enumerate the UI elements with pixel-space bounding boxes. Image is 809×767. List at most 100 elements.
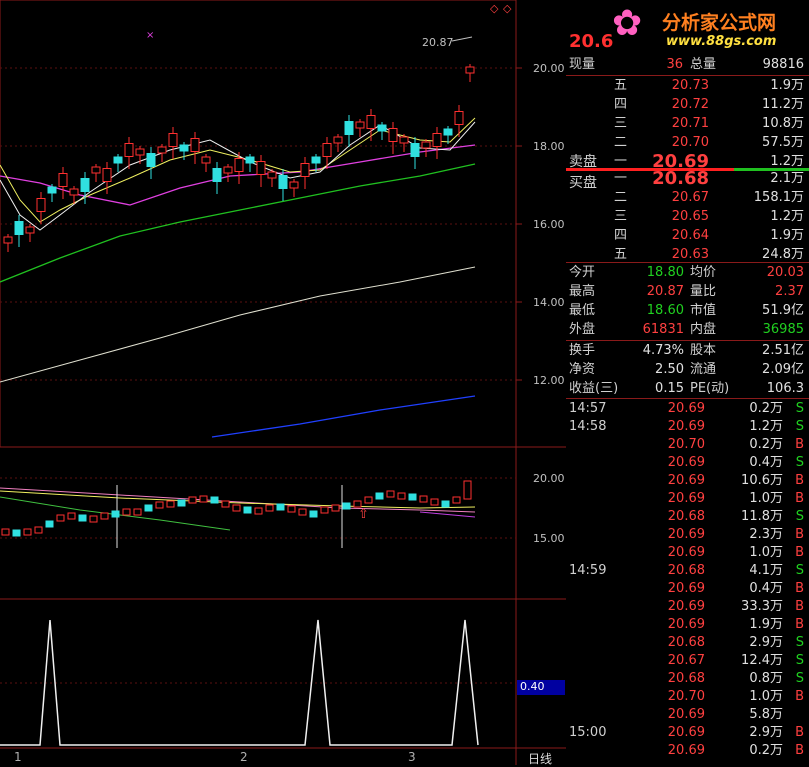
bid-row: 三 20.65 1.2万 — [566, 208, 809, 226]
candle-body — [388, 128, 398, 142]
tick-volume: 4.1万 — [749, 563, 783, 578]
candlestick-series — [3, 64, 475, 252]
stat-row: 最高 20.87 量比 2.37 — [566, 283, 809, 301]
candle-body — [399, 136, 409, 144]
stat-label: 量比 — [690, 284, 717, 299]
candle-body — [421, 141, 431, 149]
sub-candle-body — [155, 501, 164, 509]
tick-price: 20.69 — [667, 617, 705, 632]
stat-value: 18.80 — [646, 265, 684, 280]
tick-row: 15:00 20.69 2.9万 B — [566, 724, 809, 742]
tick-row: 20.69 10.6万 B — [566, 472, 809, 490]
diamond-marker-icon[interactable]: ◇ — [503, 2, 512, 15]
ma-white-long-line — [0, 266, 476, 383]
tick-side: S — [795, 635, 804, 650]
current-price: 20.6 — [569, 31, 614, 52]
fund-value: 106.3 — [766, 381, 804, 396]
volume: 2.1万 — [770, 171, 804, 186]
price: 20.68 — [652, 168, 709, 189]
tick-time: 14:57 — [569, 401, 607, 416]
sub-candle-body — [276, 503, 285, 511]
sub-candle-body — [45, 520, 54, 528]
price: 20.67 — [671, 190, 709, 205]
candle-body — [179, 144, 189, 152]
volume: 11.2万 — [762, 97, 804, 112]
stat-label: 今开 — [569, 265, 596, 280]
tick-price: 20.69 — [667, 545, 705, 560]
volume: 10.8万 — [762, 116, 804, 131]
stat-row: 最低 18.60 市值 51.9亿 — [566, 302, 809, 320]
sub-candle-body — [331, 504, 340, 512]
candle-body — [80, 178, 90, 192]
sub-candle-body — [78, 514, 87, 522]
candle-body — [146, 153, 156, 167]
fund-label: 股本 — [690, 343, 717, 358]
tick-volume: 0.4万 — [749, 581, 783, 596]
ma-blue-line — [211, 395, 476, 438]
fund-label: 流通 — [690, 362, 717, 377]
candle-body — [366, 115, 376, 129]
fund-value: 0.15 — [655, 381, 684, 396]
candle-body — [91, 166, 101, 174]
sub-candle-body — [463, 480, 472, 500]
tick-side: S — [795, 671, 804, 686]
tick-row: 14:58 20.69 1.2万 S — [566, 418, 809, 436]
stat-label: 最高 — [569, 284, 596, 299]
stat-value: 51.9亿 — [762, 303, 804, 318]
tick-row: 20.67 12.4万 S — [566, 652, 809, 670]
sub-candle-body — [430, 498, 439, 506]
candle-body — [223, 166, 233, 174]
sub-candle-body — [56, 514, 65, 522]
level-label: 四 — [614, 228, 628, 243]
sub-candle-body — [408, 493, 417, 501]
level-label: 五 — [614, 78, 628, 93]
date-tick: 3 — [408, 750, 416, 764]
peak-price-label: 20.87 — [422, 36, 454, 49]
candle-body — [344, 121, 354, 135]
candle-body — [245, 156, 255, 164]
tick-side: S — [795, 509, 804, 524]
fund-value: 4.73% — [642, 343, 684, 358]
candle-body — [454, 111, 464, 125]
sub-candle-body — [254, 507, 263, 515]
fund-label: 换手 — [569, 343, 596, 358]
tick-volume: 5.8万 — [749, 707, 783, 722]
y-label: 16.00 — [533, 218, 565, 231]
candle-body — [377, 124, 387, 132]
kline-chart[interactable]: 20.87 × ◇ ◇ ⇧ — [0, 0, 566, 765]
tick-side: S — [795, 455, 804, 470]
candle-body — [36, 198, 46, 212]
fund-row: 换手 4.73% 股本 2.51亿 — [566, 342, 809, 360]
main-grid — [0, 67, 516, 684]
tick-row: 20.70 1.0万 B — [566, 688, 809, 706]
candle-body — [135, 148, 145, 156]
ask-row: 五 20.73 1.9万 — [566, 77, 809, 95]
tick-price: 20.68 — [667, 563, 705, 578]
ma-magenta-line — [0, 144, 476, 206]
tick-side: B — [795, 473, 804, 488]
main-chart-frame — [0, 0, 517, 448]
sub-candle-body — [298, 508, 307, 516]
y-label: 12.00 — [533, 374, 565, 387]
period-label[interactable]: 日线 — [528, 750, 552, 767]
tick-price: 20.68 — [667, 671, 705, 686]
tick-row: 20.69 0.2万 B — [566, 742, 809, 760]
volume: 57.5万 — [762, 135, 804, 150]
diamond-marker-icon[interactable]: ◇ — [490, 2, 499, 15]
sub-candle-body — [309, 510, 318, 518]
tick-volume: 1.0万 — [749, 491, 783, 506]
fund-row: 净资 2.50 流通 2.09亿 — [566, 361, 809, 379]
stat-label: 内盘 — [690, 322, 717, 337]
level-label: 三 — [614, 209, 628, 224]
sub-candle-body — [243, 506, 252, 514]
tick-price: 20.69 — [667, 707, 705, 722]
tick-price: 20.69 — [667, 401, 705, 416]
sub-candle-body — [265, 504, 274, 512]
candle-body — [102, 168, 112, 182]
sub-candle-body — [441, 500, 450, 508]
tick-volume: 33.3万 — [741, 599, 783, 614]
sub-candle-body — [23, 528, 32, 536]
stat-row: 外盘 61831 内盘 36985 — [566, 321, 809, 339]
tick-price: 20.68 — [667, 509, 705, 524]
tick-row: 20.69 1.9万 B — [566, 616, 809, 634]
